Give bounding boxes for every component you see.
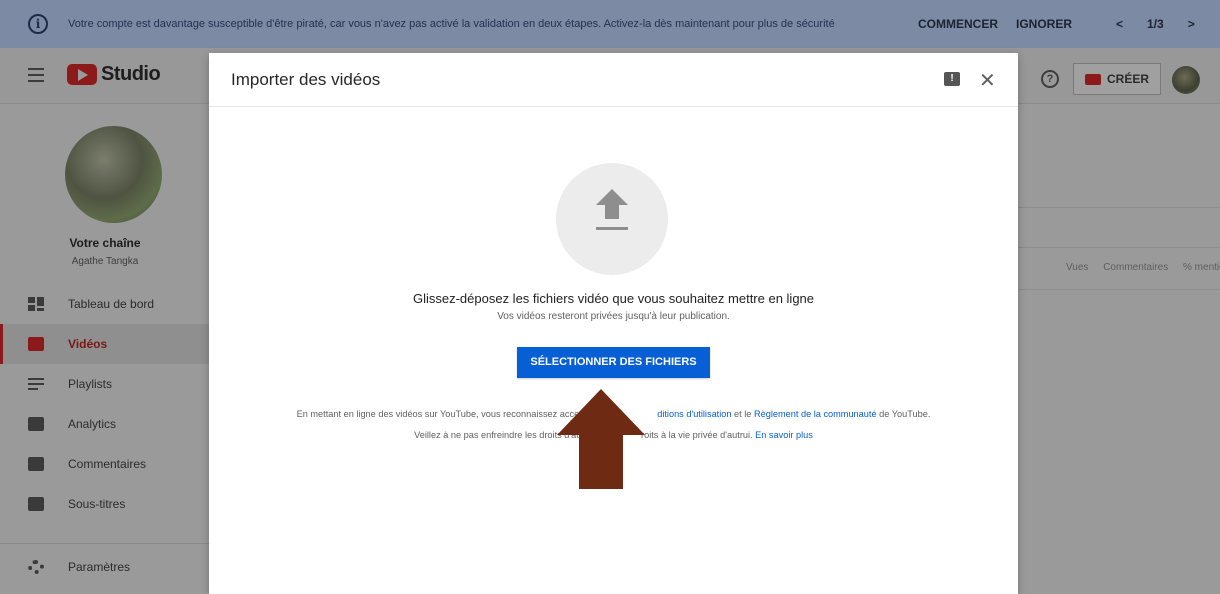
legal-text-part: roits à la vie privée d'autrui. bbox=[641, 430, 756, 440]
divider bbox=[1018, 289, 1220, 290]
menu-icon[interactable] bbox=[28, 68, 44, 82]
close-icon[interactable]: ✕ bbox=[979, 68, 996, 93]
sidebar-item-comments[interactable]: Commentaires bbox=[0, 444, 210, 484]
info-icon: i bbox=[28, 14, 48, 34]
column-views[interactable]: Vues bbox=[1066, 262, 1088, 273]
sidebar-item-settings[interactable]: Paramètres bbox=[0, 547, 210, 587]
legal-text-part: et le bbox=[731, 409, 754, 419]
community-guidelines-link[interactable]: Règlement de la communauté bbox=[754, 409, 877, 419]
annotation-arrow-icon bbox=[557, 389, 645, 489]
sidebar-item-label: Commentaires bbox=[68, 457, 147, 471]
banner-message: Votre compte est davantage susceptible d… bbox=[68, 18, 835, 30]
create-button[interactable]: CRÉER bbox=[1073, 63, 1161, 95]
upload-icon[interactable] bbox=[556, 163, 668, 275]
terms-link[interactable]: ditions d'utilisation bbox=[657, 409, 731, 419]
start-button[interactable]: COMMENCER bbox=[918, 17, 998, 31]
sidebar-item-label: Sous-titres bbox=[68, 497, 126, 511]
sidebar-item-analytics[interactable]: Analytics bbox=[0, 404, 210, 444]
sidebar-item-label: Tableau de bord bbox=[68, 297, 155, 311]
comments-icon bbox=[28, 457, 44, 471]
dialog-header: Importer des vidéos ! ✕ bbox=[209, 53, 1018, 107]
studio-logo[interactable]: Studio bbox=[67, 63, 161, 86]
videos-icon bbox=[28, 337, 44, 351]
sidebar-item-dashboard[interactable]: Tableau de bord bbox=[0, 284, 210, 324]
sidebar-divider bbox=[0, 543, 210, 544]
drop-title: Glissez-déposez les fichiers vidéo que v… bbox=[412, 291, 815, 306]
channel-name: Agathe Tangka bbox=[71, 256, 139, 267]
dialog-title: Importer des vidéos bbox=[231, 70, 381, 89]
select-files-button[interactable]: SÉLECTIONNER DES FICHIERS bbox=[517, 347, 710, 378]
sidebar-item-videos[interactable]: Vidéos bbox=[0, 324, 210, 364]
sidebar-item-playlists[interactable]: Playlists bbox=[0, 364, 210, 404]
chevron-right-icon[interactable]: > bbox=[1188, 17, 1195, 31]
background-content: Vues Commentaires % mentio bbox=[1018, 104, 1220, 594]
dashboard-icon bbox=[28, 297, 44, 311]
sidebar: Votre chaîne Agathe Tangka Tableau de bo… bbox=[0, 104, 210, 594]
help-icon[interactable]: ? bbox=[1041, 70, 1059, 88]
banner-pager: < 1/3 > bbox=[1104, 17, 1207, 31]
youtube-play-icon bbox=[67, 64, 97, 85]
channel-title: Votre chaîne bbox=[69, 236, 141, 250]
pager-count: 1/3 bbox=[1147, 17, 1164, 31]
subtitles-icon bbox=[28, 497, 44, 511]
learn-more-link[interactable]: En savoir plus bbox=[755, 430, 813, 440]
create-video-icon bbox=[1084, 73, 1101, 85]
ignore-button[interactable]: IGNORER bbox=[1016, 17, 1072, 31]
sidebar-item-label: Paramètres bbox=[68, 560, 131, 574]
sidebar-item-label: Analytics bbox=[68, 417, 117, 431]
column-comments[interactable]: Commentaires bbox=[1103, 262, 1168, 273]
table-header: Vues Commentaires % mentio bbox=[1066, 262, 1220, 273]
divider bbox=[1018, 247, 1220, 248]
security-banner: i Votre compte est davantage susceptible… bbox=[0, 0, 1220, 48]
channel-avatar[interactable] bbox=[65, 126, 162, 223]
column-likes[interactable]: % mentio bbox=[1183, 262, 1220, 273]
create-label: CRÉER bbox=[1106, 72, 1149, 86]
gear-icon bbox=[28, 560, 44, 574]
chevron-left-icon[interactable]: < bbox=[1116, 17, 1123, 31]
sidebar-item-subtitles[interactable]: Sous-titres bbox=[0, 484, 210, 524]
legal-text-part: de YouTube. bbox=[876, 409, 931, 419]
divider bbox=[1018, 207, 1220, 208]
drop-subtitle: Vos vidéos resteront privées jusqu'à leu… bbox=[497, 311, 730, 322]
analytics-icon bbox=[28, 417, 44, 431]
feedback-icon[interactable]: ! bbox=[944, 72, 960, 86]
logo-text: Studio bbox=[101, 63, 161, 85]
legal-text-part: En mettant en ligne des vidéos sur YouTu… bbox=[296, 409, 580, 419]
sidebar-item-label: Playlists bbox=[68, 377, 113, 391]
playlist-icon bbox=[28, 377, 44, 391]
sidebar-item-label: Vidéos bbox=[68, 337, 108, 351]
upload-dialog: Importer des vidéos ! ✕ Glissez-déposez … bbox=[209, 53, 1018, 594]
account-avatar[interactable] bbox=[1172, 66, 1200, 94]
